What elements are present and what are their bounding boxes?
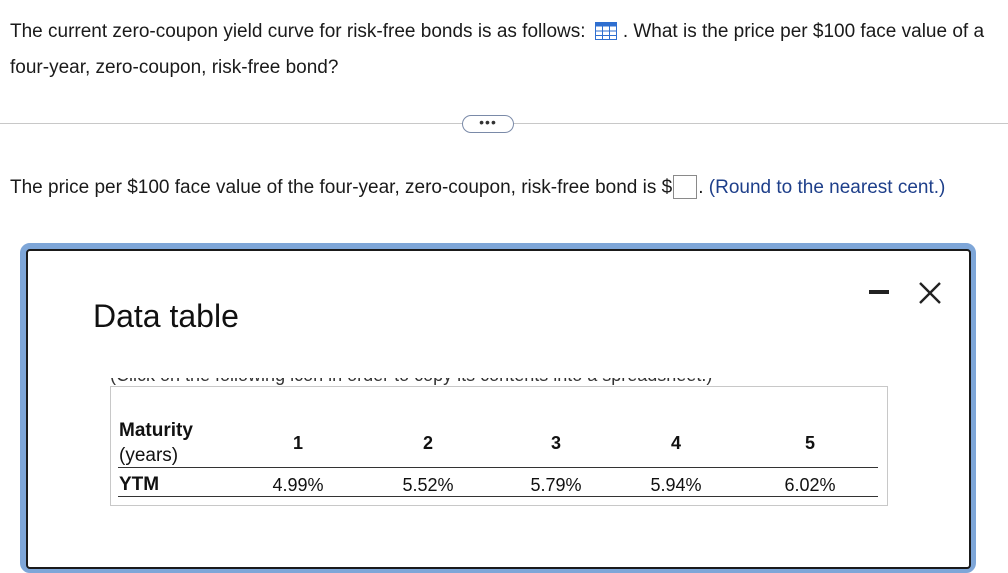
question-text-part1: The current zero-coupon yield curve for … <box>10 21 586 42</box>
maturity-label: Maturity <box>119 420 193 441</box>
question-text: The current zero-coupon yield curve for … <box>10 14 1000 86</box>
answer-input[interactable] <box>673 175 698 199</box>
maturity-cell: 2 <box>422 433 433 453</box>
copy-instructions-text: (Click on the following icon in order to… <box>110 378 890 386</box>
yield-cell: 5.79% <box>530 475 582 495</box>
yield-cell: 6.02% <box>784 475 836 495</box>
maturity-cell: 4 <box>670 433 681 453</box>
maturity-cell: 3 <box>550 433 561 453</box>
copy-instructions-note: (Click on the following icon in order to… <box>110 378 890 386</box>
minimize-icon[interactable] <box>869 290 889 294</box>
footer-rule <box>118 496 878 497</box>
maturity-unit-label: (years) <box>119 445 179 466</box>
answer-prompt: The price per $100 face value of the fou… <box>10 172 1000 203</box>
yield-cell: 4.99% <box>272 475 324 495</box>
answer-prefix: The price per $100 face value of the fou… <box>10 177 673 198</box>
yield-cell: 5.94% <box>650 475 702 495</box>
ytm-label: YTM <box>119 474 160 495</box>
answer-suffix: . <box>698 177 704 198</box>
maturity-cell: 5 <box>804 433 815 453</box>
spreadsheet-grid-icon[interactable] <box>594 17 617 40</box>
maturity-cell: 1 <box>292 433 303 453</box>
header-rule <box>118 467 878 468</box>
yield-cell: 5.52% <box>402 475 454 495</box>
expand-more-button[interactable]: ••• <box>462 115 514 133</box>
rounding-hint: (Round to the nearest cent.) <box>708 177 946 198</box>
dialog-title: Data table <box>93 298 239 334</box>
close-icon[interactable] <box>916 279 944 307</box>
